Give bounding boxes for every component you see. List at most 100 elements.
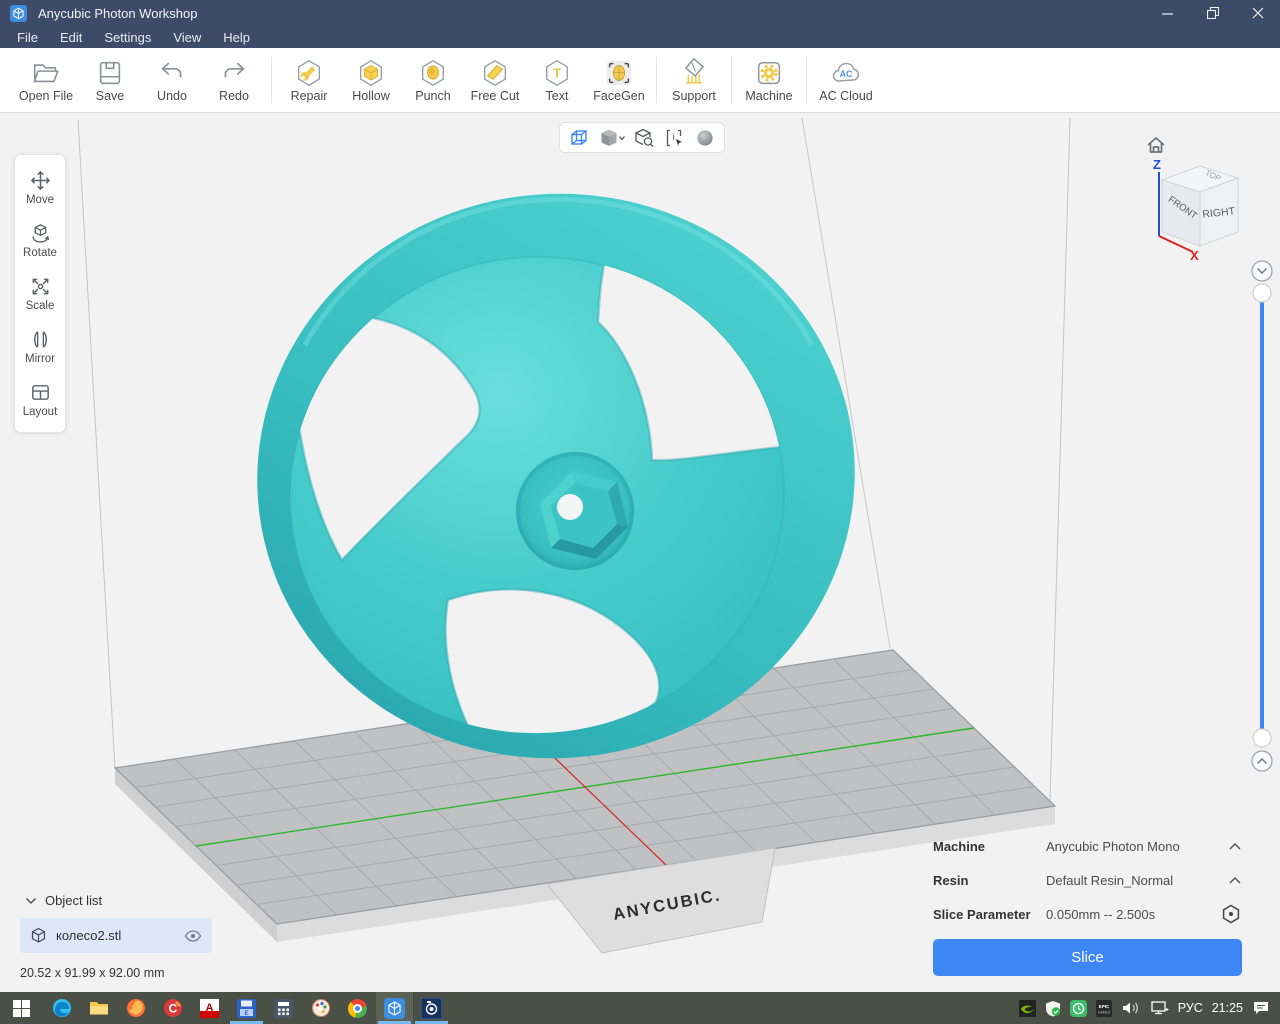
menu-settings[interactable]: Settings [93, 30, 162, 45]
clock-app-tray-icon[interactable] [1070, 1000, 1087, 1017]
epic-games-tray-icon[interactable]: EPICGAMES [1096, 1000, 1112, 1017]
object-list: Object list колесо2.stl 20.52 x 91.99 x … [20, 893, 212, 980]
mirror-tool[interactable]: Mirror [15, 320, 65, 373]
chevron-up-icon[interactable] [1220, 876, 1242, 885]
svg-text:GAMES: GAMES [1098, 1010, 1111, 1014]
redo-icon [219, 58, 249, 88]
shaded-cube-dropdown-icon[interactable] [599, 127, 625, 149]
rotate-tool[interactable]: Rotate [15, 214, 65, 267]
machine-value[interactable]: Anycubic Photon Mono [1046, 839, 1220, 854]
text-button[interactable]: T Text [526, 51, 588, 109]
z-clip-slider[interactable] [1246, 255, 1278, 777]
view-cube: TOP FRONT RIGHT [1162, 166, 1238, 246]
anycubic-app-icon [384, 998, 405, 1019]
taskbar-calculator[interactable] [265, 992, 302, 1024]
support-button[interactable]: Support [663, 51, 725, 109]
toolbar-separator [731, 57, 732, 103]
taskbar-screen-capture[interactable] [413, 992, 450, 1024]
menu-help[interactable]: Help [212, 30, 261, 45]
facegen-button[interactable]: FaceGen [588, 51, 650, 109]
slice-button[interactable]: Slice [933, 939, 1242, 976]
taskbar-text-editor[interactable]: A [191, 992, 228, 1024]
menu-edit[interactable]: Edit [49, 30, 93, 45]
support-icon [679, 58, 709, 88]
network-tray-icon[interactable] [1150, 1000, 1169, 1016]
ac-cloud-button[interactable]: AC AC Cloud [813, 51, 879, 109]
save-icon [95, 58, 125, 88]
object-list-item[interactable]: колесо2.stl [20, 918, 212, 953]
slider-step-down-button [1252, 261, 1272, 281]
menu-file[interactable]: File [6, 30, 49, 45]
toolbar-separator [656, 57, 657, 103]
action-center-icon[interactable] [1252, 1000, 1270, 1016]
model-info-select-icon[interactable]: i [663, 127, 685, 149]
open-file-icon [31, 58, 61, 88]
taskbar-paint[interactable] [302, 992, 339, 1024]
open-file-button[interactable]: Open File [13, 51, 79, 109]
mirror-icon [29, 328, 52, 351]
navigation-cube[interactable]: Z X TOP FRONT RIGHT [1140, 128, 1250, 260]
visibility-eye-icon[interactable] [184, 930, 202, 942]
axis-z-label: Z [1153, 157, 1161, 172]
undo-button[interactable]: Undo [141, 51, 203, 109]
machine-row: Machine Anycubic Photon Mono [933, 829, 1242, 863]
chevron-down-icon [25, 897, 37, 905]
text-hexagon-icon: T [542, 58, 572, 88]
restore-button[interactable] [1190, 0, 1235, 26]
zoom-model-icon[interactable] [633, 127, 655, 149]
svg-text:A: A [206, 1002, 214, 1014]
move-tool[interactable]: Move [15, 161, 65, 214]
redo-button[interactable]: Redo [203, 51, 265, 109]
start-button[interactable] [0, 992, 43, 1024]
object-list-header[interactable]: Object list [25, 893, 212, 908]
ccleaner-icon: C [163, 998, 183, 1018]
taskbar-ccleaner[interactable]: C [154, 992, 191, 1024]
free-cut-button[interactable]: Free Cut [464, 51, 526, 109]
slice-parameter-edit-icon[interactable] [1220, 903, 1242, 925]
perspective-cube-icon[interactable] [568, 127, 590, 149]
punch-button[interactable]: Punch [402, 51, 464, 109]
taskbar-edge[interactable] [43, 992, 80, 1024]
system-tray: EPICGAMES РУС 21:25 [1019, 992, 1280, 1024]
taskbar-anycubic-photon-workshop[interactable] [376, 992, 413, 1024]
layout-tool[interactable]: Layout [15, 373, 65, 426]
machine-gear-icon [754, 58, 784, 88]
hollow-button[interactable]: Hollow [340, 51, 402, 109]
defender-tray-icon[interactable] [1045, 1000, 1061, 1017]
home-icon [1148, 138, 1164, 152]
save-button[interactable]: Save [79, 51, 141, 109]
speaker-tray-icon[interactable] [1121, 1000, 1141, 1016]
scale-tool[interactable]: Scale [15, 267, 65, 320]
app-logo-icon [10, 5, 27, 22]
taskbar-firefox[interactable] [117, 992, 154, 1024]
free-cut-hexagon-icon [480, 58, 510, 88]
taskbar-file-explorer[interactable] [80, 992, 117, 1024]
repair-button[interactable]: Repair [278, 51, 340, 109]
svg-text:i: i [673, 132, 675, 142]
minimize-button[interactable] [1145, 0, 1190, 26]
move-icon [29, 169, 52, 192]
chevron-up-icon[interactable] [1220, 842, 1242, 851]
nvidia-tray-icon[interactable] [1019, 1000, 1036, 1017]
language-indicator[interactable]: РУС [1178, 1001, 1203, 1015]
taskbar-chrome[interactable] [339, 992, 376, 1024]
windows-taskbar: C A E EPICGAMES РУС [0, 992, 1280, 1024]
rotate-icon [29, 222, 52, 245]
hollow-hexagon-icon [356, 58, 386, 88]
file-explorer-icon [89, 998, 109, 1018]
title-bar: Anycubic Photon Workshop [0, 0, 1280, 26]
clock[interactable]: 21:25 [1212, 1001, 1243, 1015]
resin-value[interactable]: Default Resin_Normal [1046, 873, 1220, 888]
machine-button[interactable]: Machine [738, 51, 800, 109]
toolbar-separator [806, 57, 807, 103]
menu-view[interactable]: View [162, 30, 212, 45]
sphere-view-icon[interactable] [694, 127, 716, 149]
taskbar-disk-tool[interactable]: E [228, 992, 265, 1024]
svg-text:AC: AC [840, 69, 853, 79]
svg-text:E: E [244, 1010, 248, 1016]
close-icon[interactable] [1235, 0, 1280, 26]
model-cube-icon [30, 927, 47, 944]
window-title: Anycubic Photon Workshop [38, 6, 197, 21]
main-toolbar: Open File Save Undo Redo Repair Hollow P… [0, 48, 1280, 113]
hub-center-hole [557, 494, 583, 520]
